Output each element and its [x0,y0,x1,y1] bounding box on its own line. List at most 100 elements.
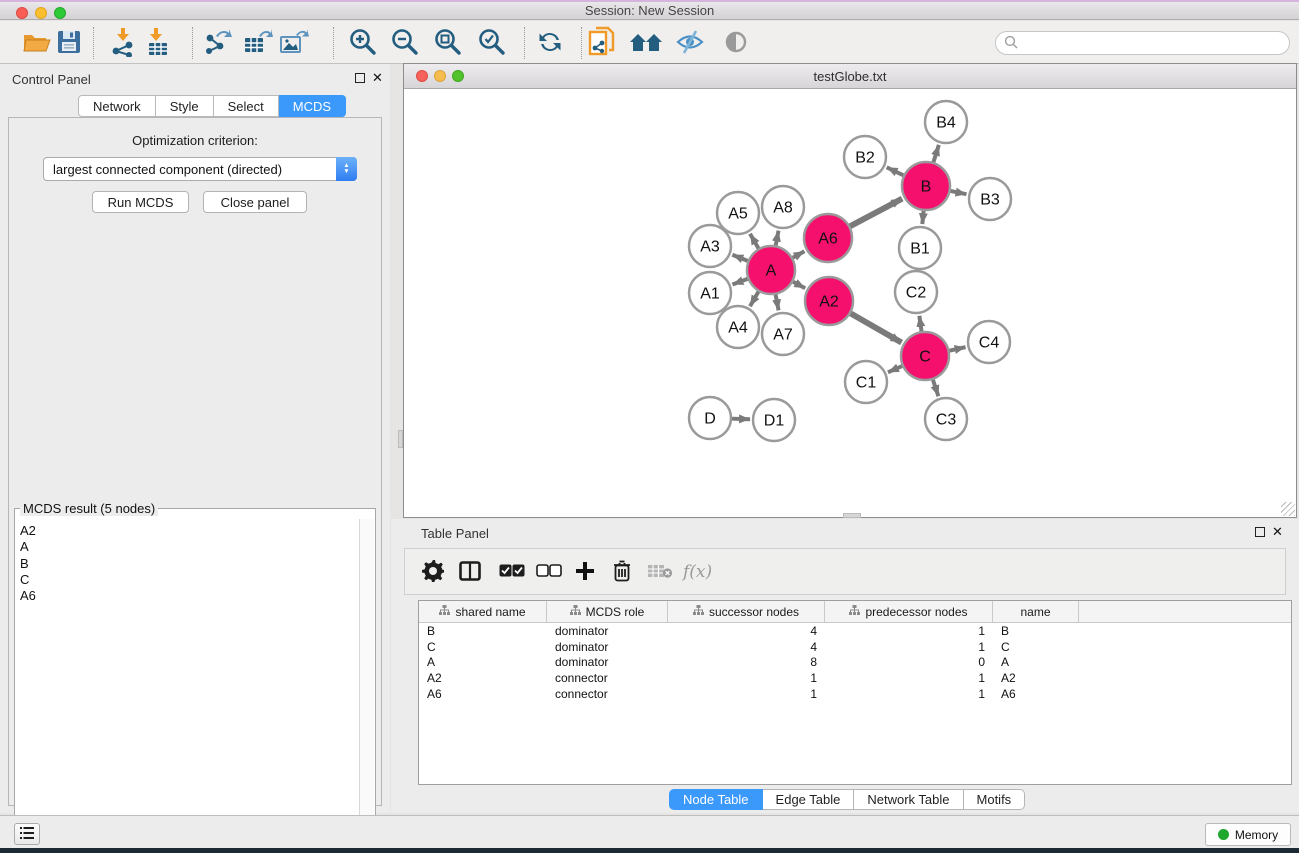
import-network-button[interactable] [106,26,140,60]
table-cell[interactable]: 0 [825,655,993,669]
table-cell[interactable]: A2 [993,671,1079,685]
graph-node-C3[interactable]: C3 [925,398,967,440]
table-cell[interactable]: A [993,655,1079,669]
create-column-button[interactable] [575,558,595,586]
close-table-panel-icon[interactable]: ✕ [1272,527,1283,537]
memory-button[interactable]: Memory [1205,823,1291,846]
close-panel-button[interactable]: Close panel [203,191,307,213]
graph-node-A2[interactable]: A2 [805,277,853,325]
edge-A-A5[interactable] [750,234,758,249]
network-graph[interactable]: AA1A2A3A4A5A6A7A8BB1B2B3B4CC1C2C3C4DD1 [404,90,1296,517]
tab-network-table[interactable]: Network Table [854,789,963,810]
table-cell[interactable]: connector [547,687,668,701]
graph-node-D1[interactable]: D1 [753,399,795,441]
table-cell[interactable]: 1 [825,671,993,685]
edge-C-C3[interactable] [933,380,939,397]
graph-node-B1[interactable]: B1 [899,227,941,269]
unselect-all-columns-button[interactable] [536,558,562,586]
table-cell[interactable]: A6 [993,687,1079,701]
graph-node-B2[interactable]: B2 [844,136,886,178]
tab-node-table[interactable]: Node Table [669,789,763,810]
table-cell[interactable]: 4 [668,624,825,638]
show-graphics-details-button[interactable] [719,26,753,60]
graph-node-A6[interactable]: A6 [804,214,852,262]
table-cell[interactable]: 1 [668,687,825,701]
edge-A-A4[interactable] [750,292,758,307]
float-table-panel-icon[interactable] [1255,527,1265,537]
table-cell[interactable]: B [419,624,547,638]
graph-node-A[interactable]: A [747,246,795,294]
tab-mcds[interactable]: MCDS [279,95,346,117]
graph-node-C4[interactable]: C4 [968,321,1010,363]
table-cell[interactable]: A6 [419,687,547,701]
table-cell[interactable]: 4 [668,640,825,654]
graph-node-C1[interactable]: C1 [845,361,887,403]
graph-node-A1[interactable]: A1 [689,272,731,314]
export-table-button[interactable] [241,26,275,60]
table-cell[interactable]: B [993,624,1079,638]
table-cell[interactable]: C [419,640,547,654]
mcds-result-item[interactable]: B [20,556,360,572]
task-history-button[interactable] [14,823,40,845]
network-window-titlebar[interactable]: testGlobe.txt [404,64,1296,89]
table-cell[interactable]: 1 [825,687,993,701]
graph-node-A3[interactable]: A3 [689,225,731,267]
table-row[interactable]: A6connector11A6 [419,686,1291,702]
edge-A-A8[interactable] [776,231,779,246]
graph-node-A4[interactable]: A4 [717,306,759,348]
splitpane-handle-horizontal[interactable] [843,513,861,518]
tab-edge-table[interactable]: Edge Table [763,789,855,810]
run-mcds-button[interactable]: Run MCDS [92,191,189,213]
edge-A6-B[interactable] [850,199,902,227]
graph-node-B4[interactable]: B4 [925,101,967,143]
import-table-button[interactable] [141,26,175,60]
column-header-successor-nodes[interactable]: successor nodes [668,601,825,622]
export-image-button[interactable] [277,26,311,60]
table-row[interactable]: A2connector11A2 [419,670,1291,686]
edge-A2-C[interactable] [851,313,902,342]
export-network-button[interactable] [200,26,234,60]
network-canvas[interactable]: AA1A2A3A4A5A6A7A8BB1B2B3B4CC1C2C3C4DD1 [404,90,1296,517]
delete-columns-button[interactable] [613,558,631,586]
table-cell[interactable]: 1 [668,671,825,685]
table-cell[interactable]: 1 [825,640,993,654]
zoom-in-button[interactable] [346,26,380,60]
table-cell[interactable]: dominator [547,624,668,638]
save-session-button[interactable] [52,26,86,60]
edge-B-B2[interactable] [887,167,904,175]
tab-network[interactable]: Network [78,95,156,117]
table-cell[interactable]: 1 [825,624,993,638]
criterion-dropdown[interactable]: largest connected component (directed) ▲… [43,157,357,181]
table-cell[interactable]: connector [547,671,668,685]
edge-A-A7[interactable] [776,295,779,311]
select-all-columns-button[interactable] [499,558,525,586]
zoom-fit-button[interactable] [431,26,465,60]
edge-B-B4[interactable] [933,145,938,162]
edge-B-B1[interactable] [922,211,923,224]
table-cell[interactable]: 8 [668,655,825,669]
edge-A-A3[interactable] [732,255,747,261]
table-cell[interactable]: dominator [547,655,668,669]
graph-node-B[interactable]: B [902,162,950,210]
edge-C-C1[interactable] [888,366,902,372]
apply-layout-button[interactable] [533,26,567,60]
mcds-result-item[interactable]: A [20,539,360,555]
tab-select[interactable]: Select [214,95,279,117]
table-row[interactable]: Bdominator41B [419,623,1291,639]
zoom-selected-button[interactable] [475,26,509,60]
graph-node-C[interactable]: C [901,332,949,380]
search-input[interactable] [995,31,1290,55]
table-row[interactable]: Cdominator41C [419,639,1291,655]
window-resize-grip[interactable] [1281,502,1295,516]
open-session-button[interactable] [20,26,54,60]
graph-node-D[interactable]: D [689,397,731,439]
mcds-result-list[interactable]: A2ABCA6 [16,519,360,851]
zoom-out-button[interactable] [388,26,422,60]
graph-node-A5[interactable]: A5 [717,192,759,234]
table-cell[interactable]: C [993,640,1079,654]
column-header-name[interactable]: name [993,601,1079,622]
table-cell[interactable]: dominator [547,640,668,654]
graph-node-A7[interactable]: A7 [762,313,804,355]
edge-A-A2[interactable] [793,282,805,288]
duplicate-network-button[interactable] [585,26,619,60]
